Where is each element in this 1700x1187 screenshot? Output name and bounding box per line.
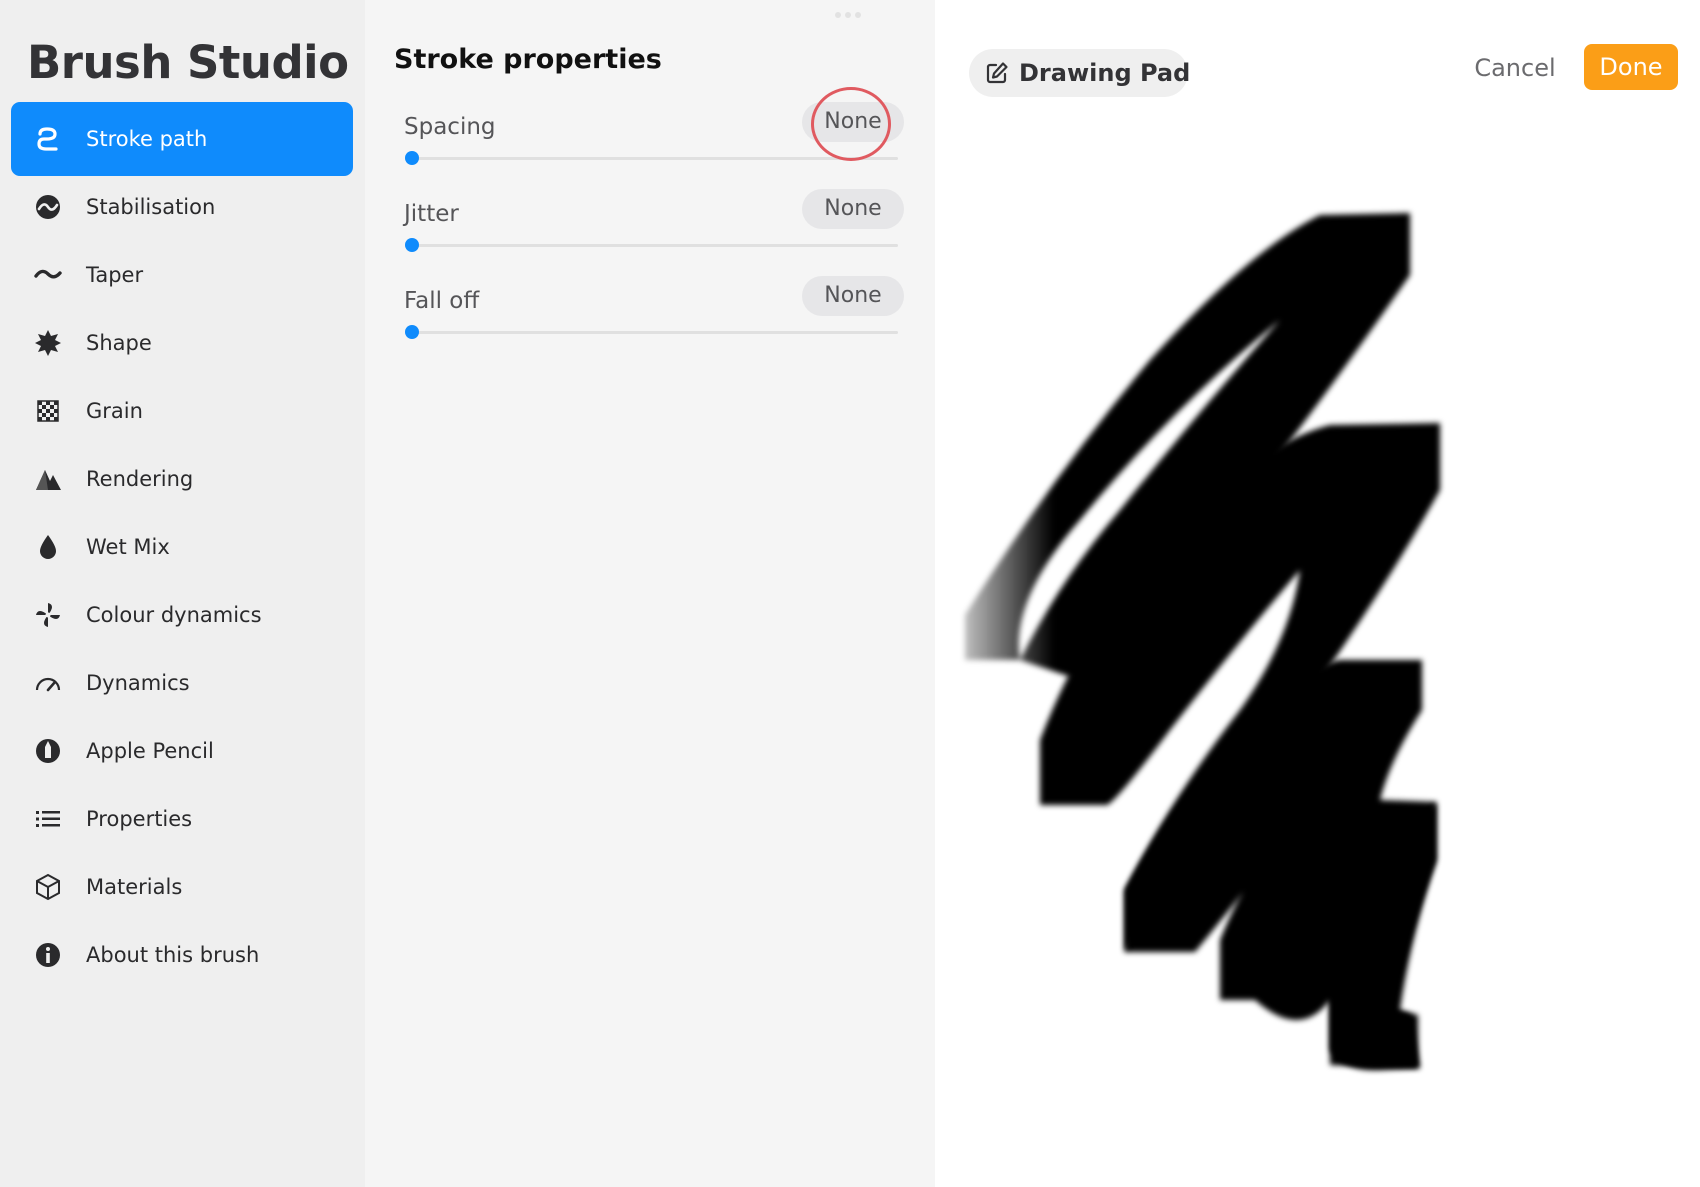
wet-mix-icon xyxy=(33,532,63,562)
brush-stroke-preview xyxy=(965,213,1440,1071)
sidebar-item-label: About this brush xyxy=(86,943,260,967)
app-title: Brush Studio xyxy=(27,36,349,89)
sidebar-item-taper[interactable]: Taper xyxy=(11,238,353,312)
rendering-icon xyxy=(33,464,63,494)
sidebar-item-rendering[interactable]: Rendering xyxy=(11,442,353,516)
done-button[interactable]: Done xyxy=(1584,44,1678,90)
materials-icon xyxy=(33,872,63,902)
grain-icon xyxy=(33,396,63,426)
sidebar-item-label: Materials xyxy=(86,875,183,899)
sidebar-item-wet-mix[interactable]: Wet Mix xyxy=(11,510,353,584)
info-icon xyxy=(33,940,63,970)
fall-off-setting: Fall off None xyxy=(404,276,904,366)
jitter-label: Jitter xyxy=(404,201,459,227)
fall-off-slider-thumb[interactable] xyxy=(405,325,419,339)
sidebar-item-shape[interactable]: Shape xyxy=(11,306,353,380)
sidebar-item-grain[interactable]: Grain xyxy=(11,374,353,448)
sidebar-item-apple-pencil[interactable]: Apple Pencil xyxy=(11,714,353,788)
fall-off-value-button[interactable]: None xyxy=(802,276,904,316)
fall-off-label: Fall off xyxy=(404,288,480,314)
jitter-slider-thumb[interactable] xyxy=(405,238,419,252)
dynamics-icon xyxy=(33,668,63,698)
sidebar-item-about-this-brush[interactable]: About this brush xyxy=(11,918,353,992)
highlight-annotation-circle xyxy=(811,87,891,161)
spacing-slider-thumb[interactable] xyxy=(405,151,419,165)
sidebar-item-label: Stroke path xyxy=(86,127,208,151)
sidebar-item-properties[interactable]: Properties xyxy=(11,782,353,856)
jitter-setting: Jitter None xyxy=(404,189,904,279)
jitter-value-button[interactable]: None xyxy=(802,189,904,229)
stabilisation-icon xyxy=(33,192,63,222)
apple-pencil-icon xyxy=(33,736,63,766)
sidebar-item-materials[interactable]: Materials xyxy=(11,850,353,924)
settings-panel: Stroke properties Spacing None Jitter No… xyxy=(365,0,1440,1187)
sidebar-item-label: Grain xyxy=(86,399,143,423)
edit-icon xyxy=(985,61,1009,85)
sidebar-item-label: Taper xyxy=(86,263,144,287)
spacing-label: Spacing xyxy=(404,114,496,140)
properties-icon xyxy=(33,804,63,834)
drawing-pad-label: Drawing Pad xyxy=(1019,59,1191,87)
spacing-slider-track[interactable] xyxy=(412,157,898,160)
sidebar-item-label: Stabilisation xyxy=(86,195,216,219)
section-title: Stroke properties xyxy=(394,44,662,75)
sidebar-item-stroke-path[interactable]: Stroke path xyxy=(11,102,353,176)
sidebar-item-label: Dynamics xyxy=(86,671,190,695)
sidebar-item-label: Wet Mix xyxy=(86,535,170,559)
shape-icon xyxy=(33,328,63,358)
sidebar-item-colour-dynamics[interactable]: Colour dynamics xyxy=(11,578,353,652)
sidebar-item-label: Shape xyxy=(86,331,152,355)
sidebar: Brush Studio Stroke path Stabilisation T… xyxy=(0,0,365,1187)
drawing-pad-button[interactable]: Drawing Pad xyxy=(969,49,1191,97)
sidebar-item-label: Colour dynamics xyxy=(86,603,262,627)
cancel-button[interactable]: Cancel xyxy=(1460,50,1570,86)
jitter-slider-track[interactable] xyxy=(412,244,898,247)
panel-grabber[interactable] xyxy=(835,12,867,20)
fall-off-slider-track[interactable] xyxy=(412,331,898,334)
sidebar-item-label: Properties xyxy=(86,807,193,831)
sidebar-item-label: Rendering xyxy=(86,467,194,491)
taper-icon xyxy=(33,260,63,290)
colour-dynamics-icon xyxy=(33,600,63,630)
stroke-path-icon xyxy=(33,124,63,154)
sidebar-item-label: Apple Pencil xyxy=(86,739,214,763)
sidebar-item-dynamics[interactable]: Dynamics xyxy=(11,646,353,720)
sidebar-item-stabilisation[interactable]: Stabilisation xyxy=(11,170,353,244)
